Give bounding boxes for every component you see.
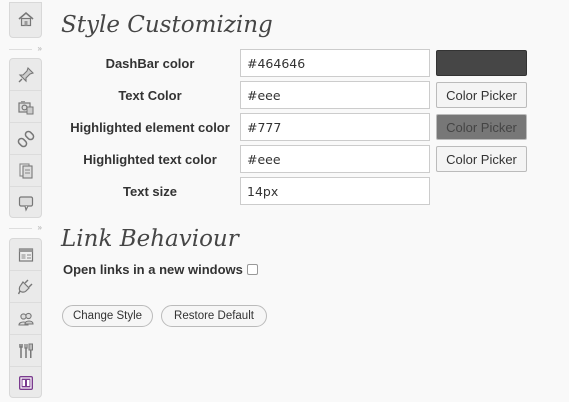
new-windows-checkbox[interactable] <box>246 264 258 275</box>
sidebar-item-comments[interactable] <box>10 187 41 219</box>
sidebar-separator[interactable]: » <box>9 222 42 234</box>
new-windows-label: Open links in a new windows <box>63 262 243 277</box>
link-icon <box>17 130 34 147</box>
pages-icon <box>18 162 33 179</box>
sidebar-group-dashboard <box>9 2 42 38</box>
text-color-input[interactable]: #eee <box>240 81 430 109</box>
sidebar-item-links[interactable] <box>10 123 41 155</box>
link-section-title: Link Behaviour <box>61 226 239 252</box>
style-section-title: Style Customizing <box>61 12 273 38</box>
dashbar-color-row: DashBar color #464646 <box>61 49 527 77</box>
pin-icon <box>18 66 34 82</box>
new-windows-option: Open links in a new windows <box>63 262 258 277</box>
users-icon <box>17 312 34 326</box>
sidebar-item-settings[interactable] <box>10 367 41 399</box>
color-picker-button[interactable]: Color Picker <box>436 114 527 140</box>
sidebar-item-dashboard[interactable] <box>10 3 41 35</box>
restore-default-button[interactable]: Restore Default <box>161 305 267 327</box>
sidebar-item-tools[interactable] <box>10 335 41 367</box>
highlighted-element-color-input[interactable]: #777 <box>240 113 430 141</box>
plugins-icon <box>17 279 32 294</box>
settings-icon <box>18 376 33 390</box>
media-icon <box>17 100 33 114</box>
collapse-arrow-icon: » <box>37 223 42 232</box>
field-label: DashBar color <box>105 55 195 71</box>
collapse-arrow-icon: » <box>37 44 42 53</box>
sidebar-item-pages[interactable] <box>10 155 41 187</box>
color-picker-button[interactable]: Color Picker <box>436 146 527 172</box>
comments-icon <box>18 196 33 212</box>
field-label: Text size <box>123 183 177 199</box>
sidebar-item-media[interactable] <box>10 91 41 123</box>
sidebar-item-posts[interactable] <box>10 59 41 91</box>
sidebar-item-appearance[interactable] <box>10 239 41 271</box>
highlighted-text-color-row: Highlighted text color #eee Color Picker <box>61 145 527 173</box>
text-color-row: Text Color #eee Color Picker <box>61 81 527 109</box>
sidebar-group-admin <box>9 238 42 398</box>
dashbar-color-swatch[interactable] <box>436 50 527 76</box>
appearance-icon <box>18 247 33 262</box>
admin-sidebar: » » <box>9 0 42 402</box>
tools-icon <box>18 343 33 358</box>
sidebar-separator[interactable]: » <box>9 43 42 55</box>
highlighted-element-color-row: Highlighted element color #777 Color Pic… <box>61 113 527 141</box>
text-size-row: Text size 14px <box>61 177 430 205</box>
change-style-button[interactable]: Change Style <box>62 305 153 327</box>
field-label: Highlighted element color <box>70 119 230 135</box>
field-label: Highlighted text color <box>83 151 217 167</box>
sidebar-item-plugins[interactable] <box>10 271 41 303</box>
text-size-input[interactable]: 14px <box>240 177 430 205</box>
sidebar-group-content <box>9 58 42 218</box>
dashbar-color-input[interactable]: #464646 <box>240 49 430 77</box>
dashboard-icon <box>17 11 34 27</box>
color-picker-button[interactable]: Color Picker <box>436 82 527 108</box>
sidebar-item-users[interactable] <box>10 303 41 335</box>
highlighted-text-color-input[interactable]: #eee <box>240 145 430 173</box>
field-label: Text Color <box>118 87 182 103</box>
